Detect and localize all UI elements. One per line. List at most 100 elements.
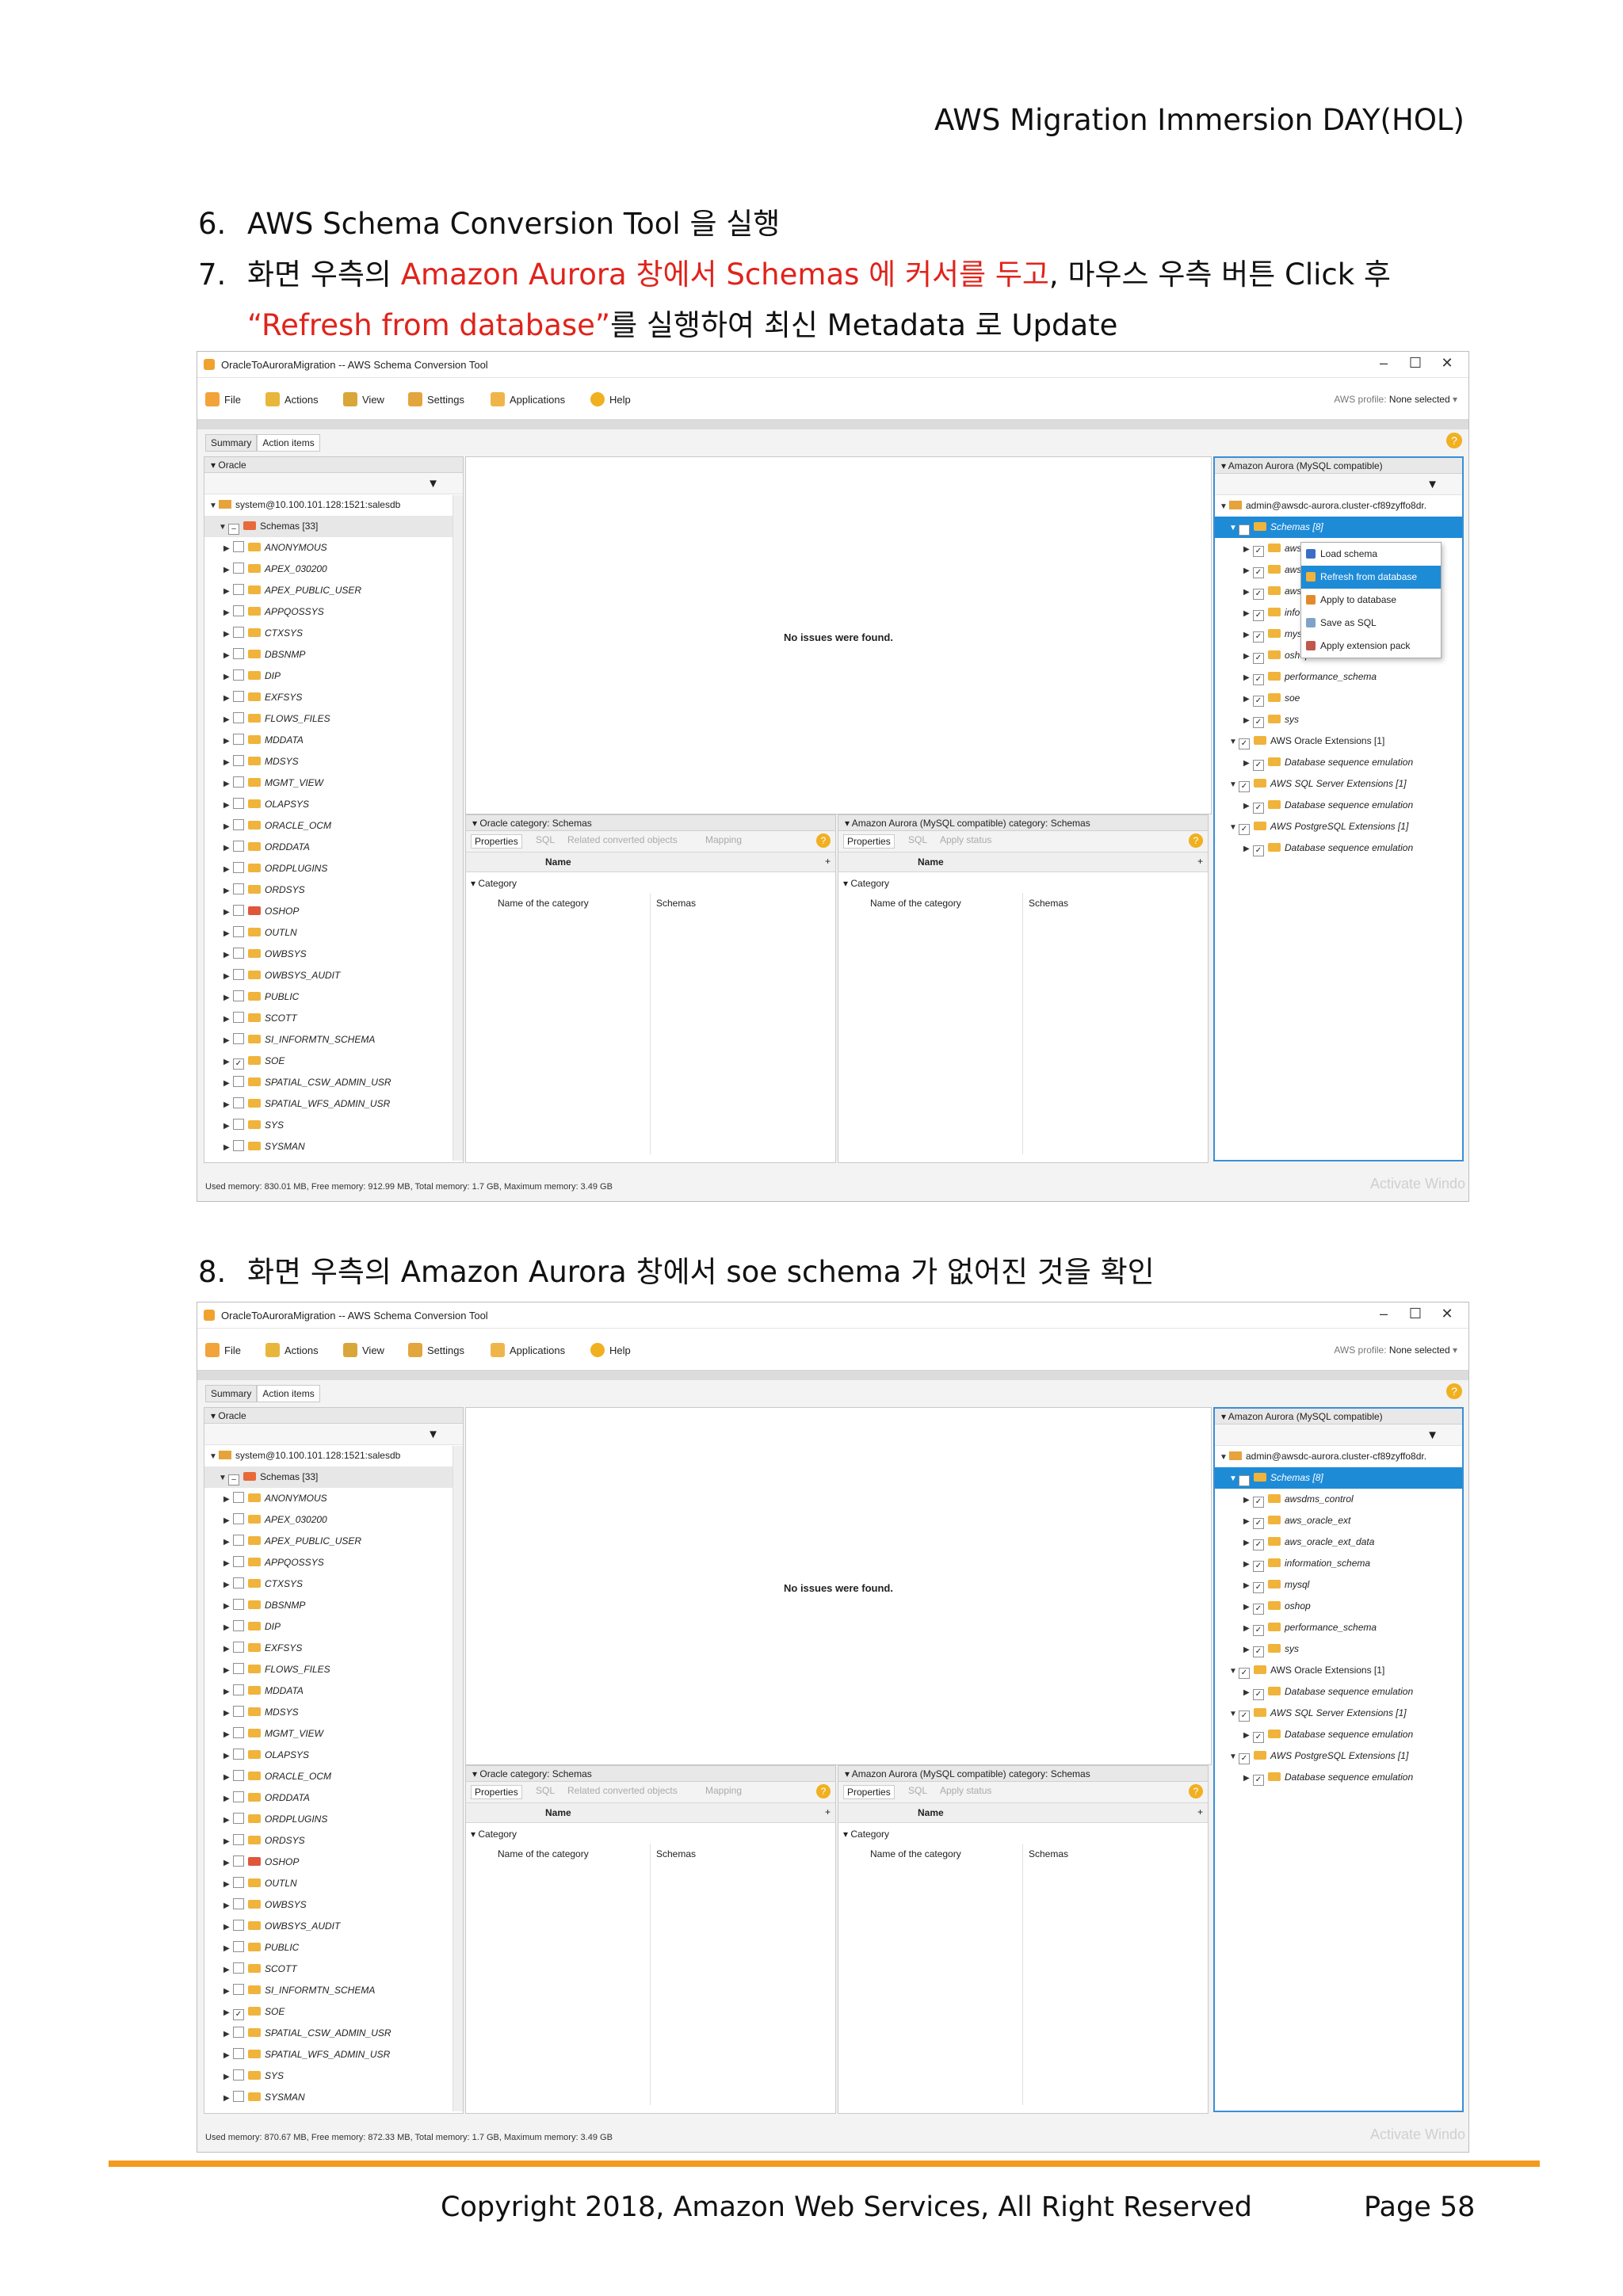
view-menu[interactable]: View [343, 392, 384, 406]
maximize-button[interactable]: ☐ [1403, 1306, 1427, 1322]
checkbox[interactable]: ✓ [1239, 738, 1250, 749]
checkbox[interactable]: ✓ [1239, 824, 1250, 835]
tree-node[interactable]: ▶ APEX_030200 [204, 559, 463, 580]
filter-icon[interactable]: ▼ [1426, 478, 1438, 491]
tree-node[interactable]: ▶ ORDSYS [204, 1830, 463, 1852]
oracle-connection-node[interactable]: ▼ system@10.100.101.128:1521:salesdb [204, 1445, 463, 1466]
checkbox[interactable]: ✓ [1253, 567, 1264, 578]
category-row[interactable]: ▾ Category [466, 872, 835, 894]
close-button[interactable]: ✕ [1435, 355, 1459, 372]
tree-node[interactable]: ▶ APPQOSSYS [204, 1552, 463, 1573]
checkbox[interactable]: ✓ [233, 2009, 244, 2020]
checkbox[interactable] [233, 969, 244, 980]
expand-arrow-icon[interactable]: ▼ [1229, 774, 1239, 795]
expand-arrow-icon[interactable]: ▶ [223, 1531, 233, 1553]
expand-arrow-icon[interactable]: ▶ [1243, 1511, 1253, 1532]
tree-node[interactable]: ▶ SI_INFORMTN_SCHEMA [204, 1980, 463, 2001]
apply-to-database-item[interactable]: Apply to database [1301, 589, 1441, 612]
tree-node[interactable]: ▶ MGMT_VIEW [204, 1723, 463, 1745]
expand-arrow-icon[interactable]: ▶ [223, 1917, 233, 1938]
tree-node[interactable]: ▶ APPQOSSYS [204, 601, 463, 623]
checkbox[interactable] [233, 776, 244, 788]
tree-node[interactable]: ▶ MDDATA [204, 1680, 463, 1702]
extension-item[interactable]: ▶ ✓ Database sequence emulation [1215, 795, 1462, 816]
tree-node[interactable]: ▶ ✓ soe [1215, 688, 1462, 709]
expand-arrow-icon[interactable]: ▶ [223, 987, 233, 1009]
tree-node[interactable]: ▶ OSHOP [204, 901, 463, 922]
expand-arrow-icon[interactable]: ▶ [223, 1073, 233, 1094]
expand-arrow-icon[interactable]: ▼ [1229, 817, 1239, 838]
filter-icon[interactable]: ▼ [1426, 1428, 1438, 1442]
checkbox[interactable]: ✓ [1253, 1518, 1264, 1529]
checkbox[interactable] [233, 841, 244, 852]
checkbox[interactable] [233, 1513, 244, 1524]
extension-item[interactable]: ▶ ✓ Database sequence emulation [1215, 1724, 1462, 1745]
tab-sql[interactable]: SQL [536, 834, 555, 845]
expand-arrow-icon[interactable]: ▶ [1243, 1575, 1253, 1596]
tree-node[interactable]: ▶ ORACLE_OCM [204, 815, 463, 837]
checkbox[interactable] [233, 1577, 244, 1589]
checkbox[interactable]: ✓ [1253, 1775, 1264, 1786]
expand-arrow-icon[interactable]: ▶ [223, 1009, 233, 1030]
checkbox[interactable] [233, 1663, 244, 1674]
expand-arrow-icon[interactable]: ▶ [1243, 753, 1253, 774]
expand-arrow-icon[interactable]: ▶ [223, 2002, 233, 2023]
expand-arrow-icon[interactable]: ▶ [1243, 539, 1253, 560]
checkbox[interactable] [233, 1642, 244, 1653]
tree-node[interactable]: ▶ ORDDATA [204, 837, 463, 858]
extension-group[interactable]: ▼ ✓ AWS Oracle Extensions [1] [1215, 1660, 1462, 1681]
expand-icon[interactable]: + [1197, 856, 1203, 867]
tree-node[interactable]: ▶ ✓ information_schema [1215, 1553, 1462, 1574]
expand-arrow-icon[interactable]: ▶ [223, 1938, 233, 1959]
checkbox[interactable] [233, 1119, 244, 1130]
checkbox[interactable]: ✓ [1253, 1582, 1264, 1593]
expand-arrow-icon[interactable]: ▶ [223, 1638, 233, 1660]
tree-node[interactable]: ▶ SPATIAL_WFS_ADMIN_USR [204, 1093, 463, 1115]
expand-arrow-icon[interactable]: ▼ [1229, 1746, 1239, 1768]
minimize-button[interactable]: – [1372, 355, 1396, 372]
expand-arrow-icon[interactable]: ▶ [223, 773, 233, 795]
expand-arrow-icon[interactable]: ▶ [223, 602, 233, 624]
tab-action-items[interactable]: Action items [257, 1385, 320, 1402]
tree-node[interactable]: ▶ DIP [204, 666, 463, 687]
checkbox[interactable] [233, 1941, 244, 1952]
tree-node[interactable]: ▶ ORDPLUGINS [204, 858, 463, 879]
checkbox[interactable] [233, 819, 244, 830]
checkbox[interactable] [233, 734, 244, 745]
tab-mapping[interactable]: Mapping [705, 1785, 742, 1796]
tab-apply-status[interactable]: Apply status [940, 1785, 991, 1796]
aurora-pane-header[interactable]: ▾ Amazon Aurora (MySQL compatible) [1215, 1409, 1462, 1425]
expand-arrow-icon[interactable]: ▶ [223, 1788, 233, 1810]
help-menu[interactable]: Help [590, 392, 631, 406]
help-icon[interactable]: ? [1189, 1784, 1203, 1798]
aurora-schemas-node[interactable]: ▼ ✓ Schemas [8] [1215, 1467, 1462, 1489]
tree-node[interactable]: ▶ ORDSYS [204, 879, 463, 901]
tree-node[interactable]: ▶ SCOTT [204, 1008, 463, 1029]
expand-arrow-icon[interactable]: ▶ [223, 1831, 233, 1852]
filter-icon[interactable]: ▼ [427, 1428, 439, 1441]
tab-sql[interactable]: SQL [908, 834, 927, 845]
tree-node[interactable]: ▶ ✓ oshop [1215, 1596, 1462, 1617]
extension-item[interactable]: ▶ ✓ Database sequence emulation [1215, 1681, 1462, 1703]
checkbox[interactable]: ✓ [1239, 1711, 1250, 1722]
expand-arrow-icon[interactable]: ▶ [223, 2045, 233, 2066]
checkbox[interactable]: ✓ [1239, 1753, 1250, 1764]
expand-arrow-icon[interactable]: ▶ [1243, 838, 1253, 860]
tab-properties[interactable]: Properties [471, 1785, 522, 1799]
aurora-pane-header[interactable]: ▾ Amazon Aurora (MySQL compatible) [1215, 458, 1462, 474]
expand-arrow-icon[interactable]: ▶ [1243, 624, 1253, 646]
expand-arrow-icon[interactable]: ▼ [1229, 731, 1239, 753]
checkbox[interactable] [233, 883, 244, 894]
expand-arrow-icon[interactable]: ▶ [223, 1116, 233, 1137]
expand-arrow-icon[interactable]: ▶ [223, 1681, 233, 1703]
expand-arrow-icon[interactable]: ▶ [223, 1810, 233, 1831]
checkbox[interactable]: ✓ [1253, 717, 1264, 728]
expand-arrow-icon[interactable]: ▶ [223, 1574, 233, 1596]
tree-node[interactable]: ▶ SI_INFORMTN_SCHEMA [204, 1029, 463, 1051]
help-menu[interactable]: Help [590, 1343, 631, 1357]
applications-menu[interactable]: Applications [491, 1343, 565, 1357]
expand-arrow-icon[interactable]: ▶ [1243, 560, 1253, 582]
checkbox[interactable] [233, 584, 244, 595]
checkbox[interactable] [233, 541, 244, 552]
checkbox[interactable]: ✓ [1253, 696, 1264, 707]
